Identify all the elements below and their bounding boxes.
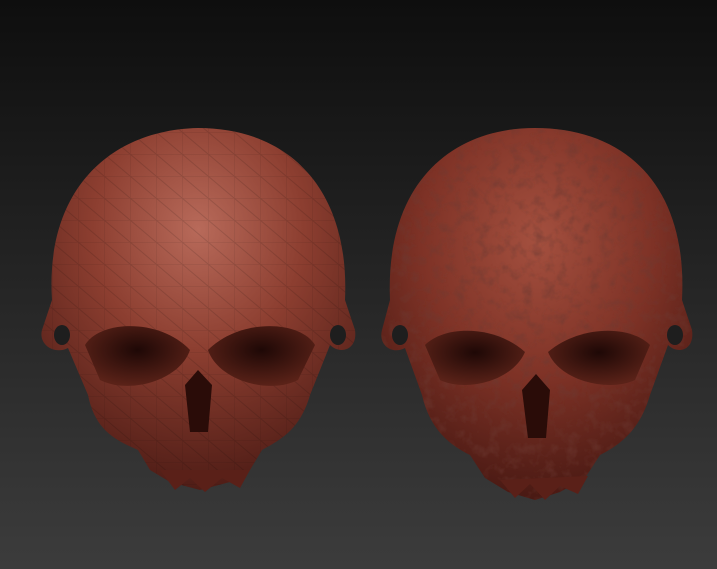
- render-viewport: [0, 0, 717, 569]
